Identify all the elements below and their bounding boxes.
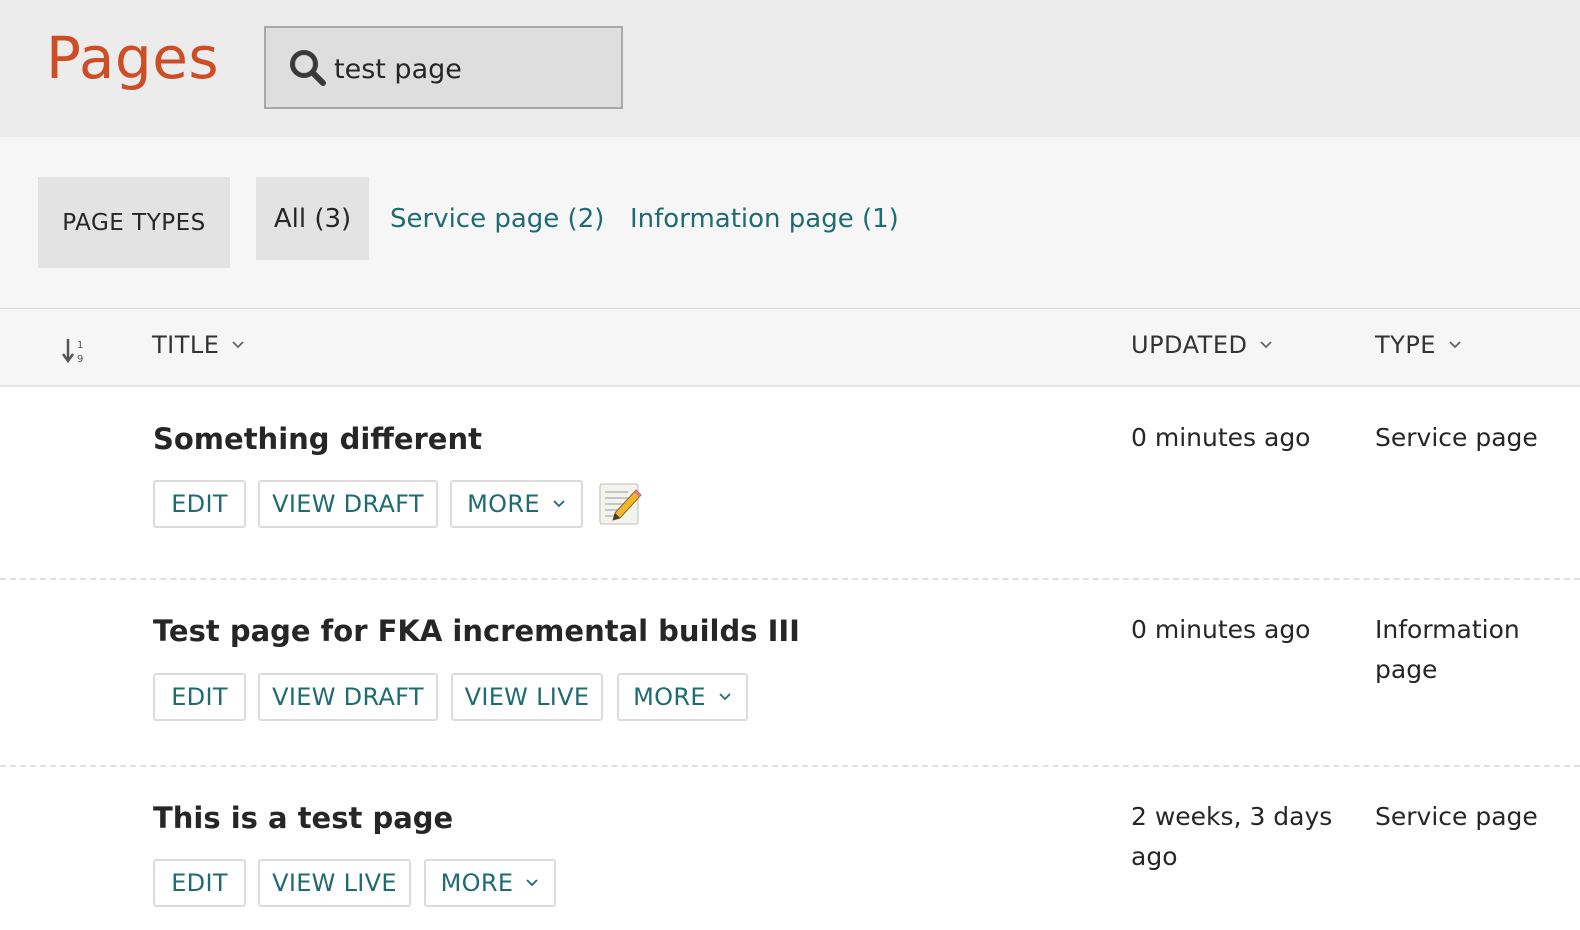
filter-tab-information-page[interactable]: Information page (1)	[630, 177, 899, 260]
chevron-down-icon	[1260, 341, 1273, 349]
search-box[interactable]	[264, 26, 623, 109]
edit-button[interactable]: EDIT	[153, 673, 246, 721]
page-types-label: PAGE TYPES	[38, 177, 230, 268]
more-button[interactable]: MORE	[617, 673, 748, 721]
filter-tab-service-page[interactable]: Service page (2)	[390, 177, 604, 260]
view-draft-button[interactable]: VIEW DRAFT	[258, 673, 438, 721]
column-title[interactable]: TITLE	[152, 331, 245, 359]
view-live-button[interactable]: VIEW LIVE	[258, 859, 411, 907]
filter-tab-all[interactable]: All (3)	[256, 177, 369, 260]
svg-text:1: 1	[77, 340, 83, 351]
table-row: Something different 0 minutes ago Servic…	[0, 388, 1580, 578]
search-input[interactable]	[334, 50, 604, 88]
draft-memo-icon	[599, 483, 642, 525]
row-type: Service page	[1375, 423, 1538, 452]
chevron-down-icon	[719, 693, 731, 701]
chevron-down-icon	[553, 500, 565, 508]
column-updated-label: UPDATED	[1131, 331, 1248, 359]
row-updated: 2 weeks, 3 days ago	[1131, 802, 1333, 871]
more-button-label: MORE	[633, 683, 706, 711]
chevron-down-icon	[232, 341, 245, 349]
row-updated: 0 minutes ago	[1131, 615, 1311, 644]
chevron-down-icon	[1449, 341, 1461, 349]
row-type: Information page	[1375, 615, 1520, 684]
column-title-label: TITLE	[152, 331, 220, 359]
more-button[interactable]: MORE	[424, 859, 556, 907]
view-draft-button[interactable]: VIEW DRAFT	[258, 480, 438, 528]
column-type-label: TYPE	[1375, 331, 1436, 359]
row-title-link[interactable]: This is a test page	[153, 801, 453, 835]
row-title-link[interactable]: Test page for FKA incremental builds III	[153, 614, 800, 648]
column-type[interactable]: TYPE	[1375, 331, 1462, 359]
page-title: Pages	[46, 24, 220, 92]
table-row: This is a test page 2 weeks, 3 days ago …	[0, 767, 1580, 930]
row-type: Service page	[1375, 802, 1538, 831]
search-icon	[290, 50, 326, 86]
more-button[interactable]: MORE	[450, 480, 583, 528]
column-updated[interactable]: UPDATED	[1131, 331, 1273, 359]
sort-numeric-icon[interactable]: 1 9	[62, 337, 88, 365]
more-button-label: MORE	[467, 490, 540, 518]
table-header: 1 9 TITLE UPDATED TYPE	[0, 309, 1580, 387]
page-header: Pages	[0, 0, 1580, 137]
page-type-filters: PAGE TYPES All (3) Service page (2) Info…	[0, 137, 1580, 309]
edit-button[interactable]: EDIT	[153, 480, 246, 528]
table-row: Test page for FKA incremental builds III…	[0, 580, 1580, 765]
row-title-link[interactable]: Something different	[153, 422, 482, 456]
svg-text:9: 9	[77, 354, 83, 365]
row-updated: 0 minutes ago	[1131, 423, 1311, 452]
chevron-down-icon	[526, 879, 538, 887]
view-live-button[interactable]: VIEW LIVE	[451, 673, 603, 721]
edit-button[interactable]: EDIT	[153, 859, 246, 907]
more-button-label: MORE	[440, 869, 514, 897]
